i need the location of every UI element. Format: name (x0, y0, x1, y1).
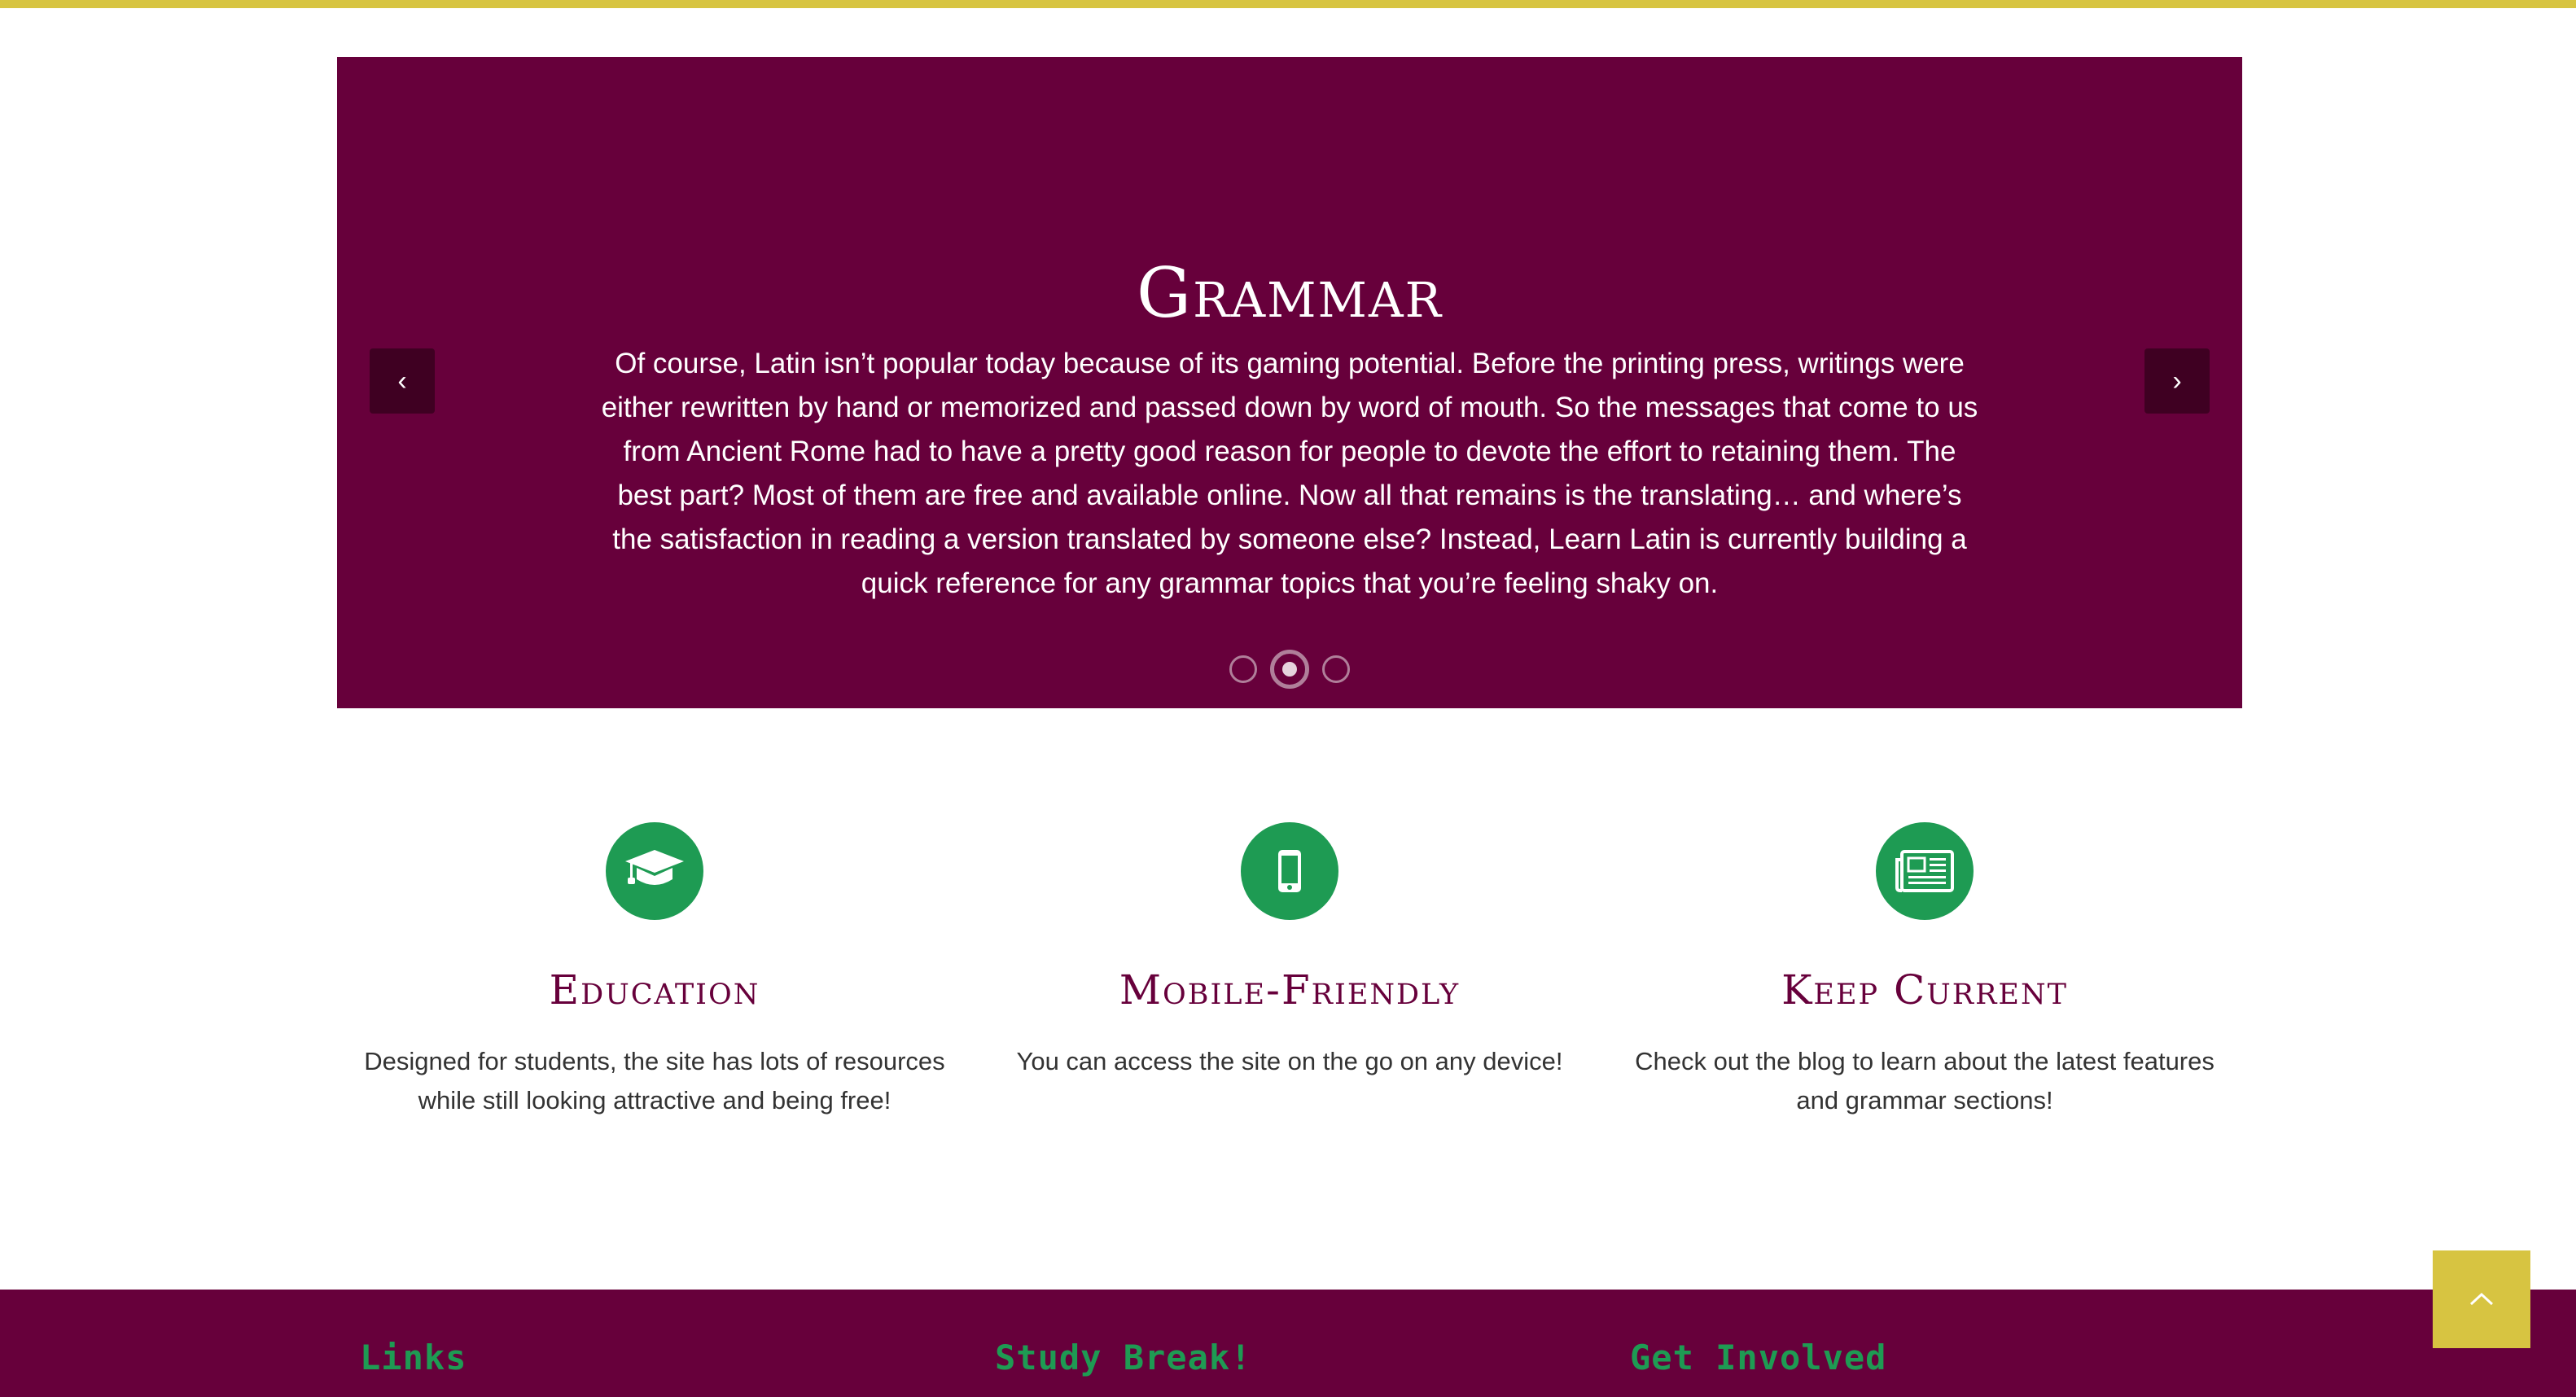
feature-education: Education Designed for students, the sit… (337, 822, 972, 1120)
graduation-cap-icon (606, 822, 703, 920)
hero-slider: Grammar Of course, Latin isn’t popular t… (337, 57, 2242, 708)
feature-title: Mobile-Friendly (1119, 966, 1461, 1014)
slider-pagination (337, 650, 2242, 689)
slider-dot-1[interactable] (1229, 655, 1257, 683)
back-to-top-button[interactable] (2433, 1250, 2530, 1348)
slider-prev-button[interactable]: ‹ (370, 348, 435, 414)
feature-keep-current: Keep Current Check out the blog to learn… (1607, 822, 2242, 1120)
slider-dot-2[interactable] (1270, 650, 1309, 689)
footer-heading-links: Links (360, 1338, 467, 1377)
feature-mobile: Mobile-Friendly You can access the site … (972, 822, 1607, 1081)
feature-text: You can access the site on the go on any… (1016, 1047, 1563, 1075)
slide-text: Of course, Latin isn’t popular today bec… (601, 348, 1978, 599)
chevron-right-icon: › (2172, 366, 2182, 396)
slider-next-button[interactable]: › (2144, 348, 2210, 414)
slider-dot-3[interactable] (1322, 655, 1350, 683)
newspaper-icon (1876, 822, 1974, 920)
feature-text: Check out the blog to learn about the la… (1635, 1047, 2215, 1115)
feature-title: Keep Current (1781, 966, 2068, 1014)
mobile-phone-icon (1241, 822, 1338, 920)
chevron-left-icon: ‹ (397, 366, 407, 396)
footer-heading-get-involved: Get Involved (1630, 1338, 1887, 1377)
footer-heading-study-break: Study Break! (995, 1338, 1252, 1377)
feature-title: Education (549, 966, 760, 1014)
feature-text: Designed for students, the site has lots… (364, 1047, 945, 1115)
site-footer: Links Study Break! Get Involved (0, 1290, 2576, 1397)
chevron-up-icon (2469, 1292, 2494, 1306)
top-accent-bar (0, 0, 2576, 8)
slide-title: Grammar (1137, 253, 1443, 333)
features-section: Education Designed for students, the sit… (337, 822, 2242, 1148)
